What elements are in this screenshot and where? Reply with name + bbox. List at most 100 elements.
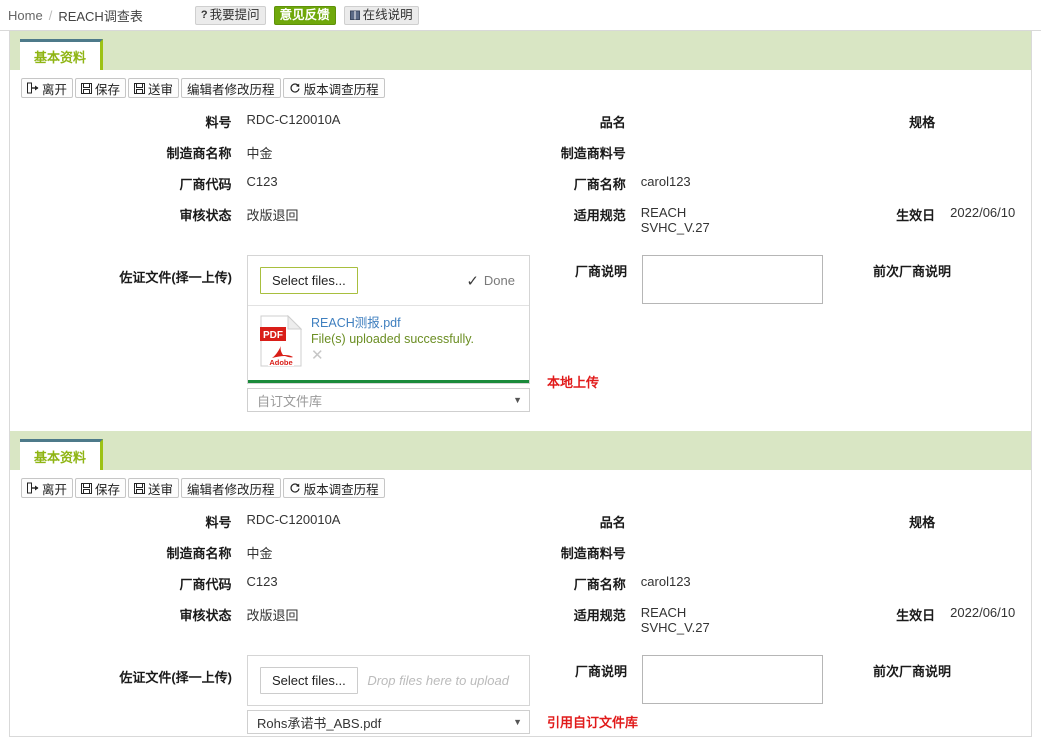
chevron-down-icon: ▼ <box>513 395 522 405</box>
online-help-label: 在线说明 <box>362 7 413 22</box>
tab-strip-bottom: 基本资料 <box>10 431 1031 470</box>
product-name-label: 品名 <box>599 115 626 130</box>
history-icon <box>289 482 301 494</box>
prev-vendor-remark-label-bottom: 前次厂商说明 <box>872 664 951 679</box>
regulation-label: 适用规范 <box>573 608 626 623</box>
close-icon[interactable]: ✕ <box>311 347 474 365</box>
spec-label: 规格 <box>909 515 936 530</box>
version-history-label: 版本调查历程 <box>303 482 379 497</box>
file-name-link[interactable]: REACH测报.pdf <box>311 315 474 331</box>
upload-status-label: Done <box>483 273 515 288</box>
leave-label: 离开 <box>42 482 68 497</box>
form-top: 料号 RDC-C120010A 品名 规格 制造商名称 中金 制造商料号 厂商代… <box>10 104 1031 412</box>
chevron-down-icon: ▼ <box>513 717 522 727</box>
effective-date-value: 2022/06/10 <box>950 605 1016 620</box>
history-icon <box>289 82 301 94</box>
panel-top: 基本资料 离开 保存 送审 编辑者修改历程 版本调查历程 料号 RDC-C120… <box>10 31 1031 412</box>
vendor-name-label: 厂商名称 <box>573 177 626 192</box>
pdf-file-icon: PDF Adobe <box>260 314 303 370</box>
tab-strip-top: 基本资料 <box>10 31 1031 70</box>
maker-name-label: 制造商名称 <box>166 146 232 161</box>
vendor-remark-textarea-bottom[interactable] <box>642 655 823 704</box>
leave-button[interactable]: 离开 <box>21 478 74 498</box>
maker-row-spacer-value <box>935 137 1031 149</box>
save-icon <box>134 82 146 94</box>
maker-part-value <box>626 537 846 549</box>
version-history-label: 版本调查历程 <box>303 82 379 97</box>
form-row-vendor: 厂商代码 C123 厂商名称 carol123 <box>10 568 1031 599</box>
check-icon: ✓ <box>466 272 479 290</box>
uploader-wrap-top: Select files... ✓ Done PDF Adobe REACH测报… <box>232 255 532 412</box>
version-history-button[interactable]: 版本调查历程 <box>282 478 385 498</box>
form-row-part-no: 料号 RDC-C120010A 品名 规格 <box>10 106 1031 137</box>
vendor-remark-label-bottom: 厂商说明 <box>574 664 627 679</box>
product-name-value <box>626 506 846 518</box>
save-label: 保存 <box>95 482 121 497</box>
top-bar: Home / REACH调查表 ? 我要提问 意见反馈 在线说明 <box>0 0 1041 31</box>
form-bottom: 料号 RDC-C120010A 品名 规格 制造商名称 中金 制造商料号 厂商代… <box>10 504 1031 734</box>
save-button[interactable]: 保存 <box>75 478 127 498</box>
part-no-label: 料号 <box>205 115 232 130</box>
editor-history-label: 编辑者修改历程 <box>187 82 275 97</box>
tab-basic-info-top[interactable]: 基本资料 <box>20 39 104 70</box>
form-row-vendor: 厂商代码 C123 厂商名称 carol123 <box>10 168 1031 199</box>
save-button[interactable]: 保存 <box>75 78 127 98</box>
form-row-maker: 制造商名称 中金 制造商料号 <box>10 537 1031 568</box>
submit-review-label: 送审 <box>148 82 174 97</box>
vendor-remark-textarea-top[interactable] <box>642 255 823 304</box>
maker-row-spacer-value <box>935 537 1031 549</box>
editor-history-button[interactable]: 编辑者修改历程 <box>181 478 281 498</box>
editor-history-button[interactable]: 编辑者修改历程 <box>181 78 281 98</box>
svg-text:PDF: PDF <box>263 330 283 341</box>
uploader-header-bottom: Select files... Drop files here to uploa… <box>248 656 529 705</box>
panel-bottom: 基本资料 离开 保存 送审 编辑者修改历程 版本调查历程 料号 RDC-C120… <box>10 431 1031 734</box>
leave-button[interactable]: 离开 <box>21 78 74 98</box>
page-root: Home / REACH调查表 ? 我要提问 意见反馈 在线说明 基本资料 离开… <box>0 0 1041 737</box>
upload-status-top: ✓ Done <box>466 272 515 290</box>
submit-review-button[interactable]: 送审 <box>128 78 180 98</box>
effective-date-label: 生效日 <box>896 208 936 223</box>
vendor-name-label: 厂商名称 <box>573 577 626 592</box>
content-frame: 基本资料 离开 保存 送审 编辑者修改历程 版本调查历程 料号 RDC-C120… <box>9 31 1032 737</box>
review-status-value: 改版退回 <box>246 608 299 623</box>
toolbar-top: 离开 保存 送审 编辑者修改历程 版本调查历程 <box>10 70 1031 104</box>
header-button-group: ? 我要提问 意见反馈 在线说明 <box>194 5 419 25</box>
upload-progress-bar <box>248 380 529 383</box>
regulation-value: REACH SVHC_V.27 <box>640 205 710 235</box>
ask-question-button[interactable]: ? 我要提问 <box>194 5 266 25</box>
version-history-button[interactable]: 版本调查历程 <box>282 78 385 98</box>
vendor-row-spacer <box>845 568 935 580</box>
feedback-button[interactable]: 意见反馈 <box>273 5 336 25</box>
prev-vendor-remark-label-top: 前次厂商说明 <box>872 264 951 279</box>
editor-history-label: 编辑者修改历程 <box>187 482 275 497</box>
tab-basic-info-bottom[interactable]: 基本资料 <box>20 439 104 470</box>
vendor-code-label: 厂商代码 <box>179 577 232 592</box>
file-uploader-top[interactable]: Select files... ✓ Done PDF Adobe REACH测报… <box>247 255 530 384</box>
breadcrumb-current: REACH调查表 <box>58 8 143 24</box>
part-no-value: RDC-C120010A <box>246 512 341 527</box>
custom-library-select-top[interactable]: 自订文件库 ▼ <box>247 388 530 412</box>
svg-text:Adobe: Adobe <box>269 358 292 367</box>
save-label: 保存 <box>95 82 121 97</box>
maker-name-value: 中金 <box>246 546 273 561</box>
file-uploader-bottom[interactable]: Select files... Drop files here to uploa… <box>247 655 530 706</box>
spec-label: 规格 <box>909 115 936 130</box>
submit-review-label: 送审 <box>148 482 174 497</box>
select-files-button-bottom[interactable]: Select files... <box>260 667 358 694</box>
submit-review-button[interactable]: 送审 <box>128 478 180 498</box>
maker-name-label: 制造商名称 <box>166 546 232 561</box>
breadcrumb-home[interactable]: Home <box>8 8 43 23</box>
form-row-status: 审核状态 改版退回 适用规范 REACH SVHC_V.27 生效日 2022/… <box>10 599 1031 641</box>
drop-files-hint: Drop files here to upload <box>367 673 509 688</box>
vendor-code-value: C123 <box>246 574 278 589</box>
vendor-name-value: carol123 <box>640 174 691 189</box>
online-help-button[interactable]: 在线说明 <box>343 5 419 25</box>
spec-value <box>935 506 1031 518</box>
review-status-label: 审核状态 <box>179 208 232 223</box>
uploader-header-top: Select files... ✓ Done <box>248 256 529 306</box>
select-files-button-top[interactable]: Select files... <box>260 267 358 294</box>
custom-library-select-bottom[interactable]: Rohs承诺书_ABS.pdf ▼ <box>247 710 530 734</box>
file-upload-status: File(s) uploaded successfully. <box>311 332 475 346</box>
product-name-label: 品名 <box>599 515 626 530</box>
product-name-value <box>626 106 846 118</box>
